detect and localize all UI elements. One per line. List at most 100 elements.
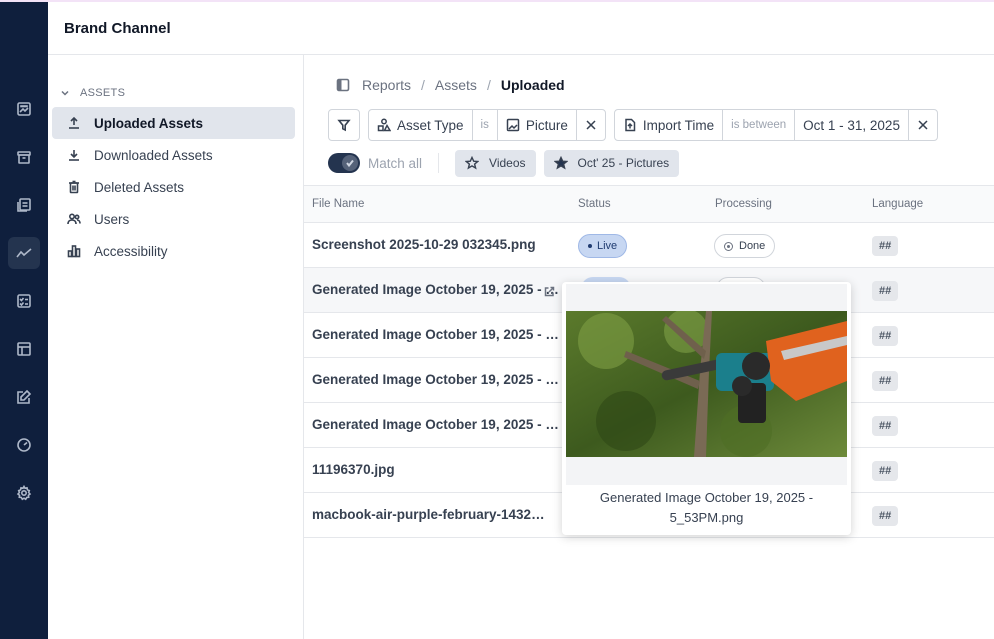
file-import-icon — [625, 118, 636, 132]
sidebar-section-label: ASSETS — [80, 87, 126, 99]
chevron-down-icon — [60, 88, 70, 98]
sidebar-section-assets[interactable]: ASSETS — [60, 87, 125, 99]
top-bar: Brand Channel — [48, 2, 994, 55]
saved-filter-videos[interactable]: Videos — [455, 149, 536, 177]
star-outline-icon — [465, 156, 480, 170]
language-badge: ## — [872, 461, 899, 481]
remove-filter-button[interactable] — [909, 110, 937, 140]
sidebar-item-label: Uploaded Assets — [94, 115, 204, 131]
trend-icon[interactable] — [8, 237, 40, 269]
check-icon — [342, 155, 358, 171]
processing-badge: Done — [714, 234, 776, 258]
status-dot — [588, 244, 592, 248]
edit-icon[interactable] — [8, 381, 40, 413]
filter-field-import-time[interactable]: Import Time — [615, 110, 724, 140]
funnel-icon — [337, 119, 351, 132]
column-language[interactable]: Language — [872, 198, 923, 210]
filter-field-label: Import Time — [642, 117, 715, 133]
breadcrumb-assets[interactable]: Assets — [435, 77, 477, 93]
language-badge: ## — [872, 371, 899, 391]
sidebar-item-deleted-assets[interactable]: Deleted Assets — [52, 171, 295, 203]
language-badge: ## — [872, 416, 899, 436]
preview-caption: Generated Image October 19, 2025 - 5_53P… — [599, 490, 814, 525]
breadcrumb: Reports / Assets / Uploaded — [336, 77, 565, 93]
filter-value-import-time[interactable]: Oct 1 - 31, 2025 — [795, 110, 909, 140]
match-all-toggle[interactable] — [328, 153, 360, 173]
table-row[interactable]: Screenshot 2025-10-29 032345.png Live Do… — [304, 223, 994, 268]
breadcrumb-current: Uploaded — [500, 77, 565, 93]
filter-value-label: Oct 1 - 31, 2025 — [803, 117, 900, 133]
filter-operator[interactable]: is — [473, 110, 498, 140]
column-file-name[interactable]: File Name — [312, 198, 364, 210]
filter-options-row: Match all Videos Oct' 25 - Pictures — [328, 149, 687, 177]
file-name[interactable]: 11196370.jpg — [312, 462, 395, 477]
done-icon — [724, 241, 733, 251]
close-icon — [918, 120, 928, 130]
checklist-icon[interactable] — [8, 285, 40, 317]
saved-filter-label: Videos — [489, 156, 526, 170]
status-badge: Live — [578, 234, 628, 258]
language-badge: ## — [872, 281, 899, 301]
main-content: Reports / Assets / Uploaded Asset Type i… — [304, 55, 994, 639]
preview-image-frame — [566, 284, 847, 485]
table-header: File Name Status Processing Language — [304, 185, 994, 223]
sidebar-item-accessibility[interactable]: Accessibility — [52, 235, 295, 267]
filter-bar: Asset Type is Picture Import Time is bet… — [328, 109, 946, 141]
sidebar-item-label: Users — [94, 211, 130, 227]
remove-filter-button[interactable] — [577, 110, 605, 140]
column-processing[interactable]: Processing — [715, 198, 772, 210]
picture-icon — [506, 118, 520, 132]
preview-image — [566, 311, 847, 457]
column-status[interactable]: Status — [578, 198, 611, 210]
breadcrumb-separator: / — [486, 77, 491, 93]
filter-value-asset-type[interactable]: Picture — [498, 110, 577, 140]
sidebar: ASSETS Uploaded Assets Downloaded Assets… — [48, 55, 304, 639]
gear-icon[interactable] — [8, 477, 40, 509]
filter-field-asset-type[interactable]: Asset Type — [369, 110, 473, 140]
trash-icon — [66, 179, 82, 195]
file-name[interactable]: Generated Image October 19, 2025 - … — [312, 417, 559, 432]
sidebar-item-label: Downloaded Assets — [94, 147, 213, 163]
file-name[interactable]: Screenshot 2025-10-29 032345.png — [312, 237, 536, 252]
file-name[interactable]: macbook-air-purple-february-1432… — [312, 507, 545, 522]
filter-value-label: Picture — [525, 117, 568, 133]
language-badge: ## — [872, 326, 899, 346]
sidebar-item-uploaded-assets[interactable]: Uploaded Assets — [52, 107, 295, 139]
star-filled-icon — [553, 156, 568, 170]
sidebar-item-downloaded-assets[interactable]: Downloaded Assets — [52, 139, 295, 171]
shapes-icon — [377, 118, 391, 132]
upload-icon — [66, 115, 82, 131]
image-preview-popover: Generated Image October 19, 2025 - 5_53P… — [562, 282, 851, 535]
file-name[interactable]: Generated Image October 19, 2025 - … — [312, 327, 559, 342]
filter-chip-asset-type: Asset Type is Picture — [368, 109, 606, 141]
filter-chip-import-time: Import Time is between Oct 1 - 31, 2025 — [613, 109, 938, 141]
status-label: Live — [597, 240, 618, 252]
download-icon — [66, 147, 82, 163]
image-icon[interactable] — [8, 93, 40, 125]
external-link-icon[interactable] — [544, 284, 555, 297]
sidebar-item-label: Deleted Assets — [94, 179, 185, 195]
app-title: Brand Channel — [64, 19, 171, 37]
file-name[interactable]: Generated Image October 19, 2025 - … — [312, 282, 559, 297]
language-badge: ## — [872, 236, 899, 256]
archive-icon[interactable] — [8, 141, 40, 173]
layout-icon[interactable] — [8, 333, 40, 365]
processing-label: Done — [739, 240, 766, 252]
saved-filter-oct-pictures[interactable]: Oct' 25 - Pictures — [543, 149, 680, 177]
breadcrumb-reports[interactable]: Reports — [362, 77, 411, 93]
panel-toggle-icon[interactable] — [336, 78, 350, 92]
sidebar-item-users[interactable]: Users — [52, 203, 295, 235]
gauge-icon[interactable] — [8, 429, 40, 461]
filter-button[interactable] — [328, 109, 360, 141]
close-icon — [586, 120, 596, 130]
language-badge: ## — [872, 506, 899, 526]
match-all-label: Match all — [368, 155, 423, 171]
filter-operator[interactable]: is between — [723, 110, 796, 140]
filter-field-label: Asset Type — [397, 117, 464, 133]
documents-icon[interactable] — [8, 189, 40, 221]
saved-filter-label: Oct' 25 - Pictures — [577, 156, 670, 170]
breadcrumb-separator: / — [421, 77, 425, 93]
file-name[interactable]: Generated Image October 19, 2025 - … — [312, 372, 559, 387]
bar-chart-icon — [66, 243, 82, 259]
app-rail — [0, 2, 48, 639]
